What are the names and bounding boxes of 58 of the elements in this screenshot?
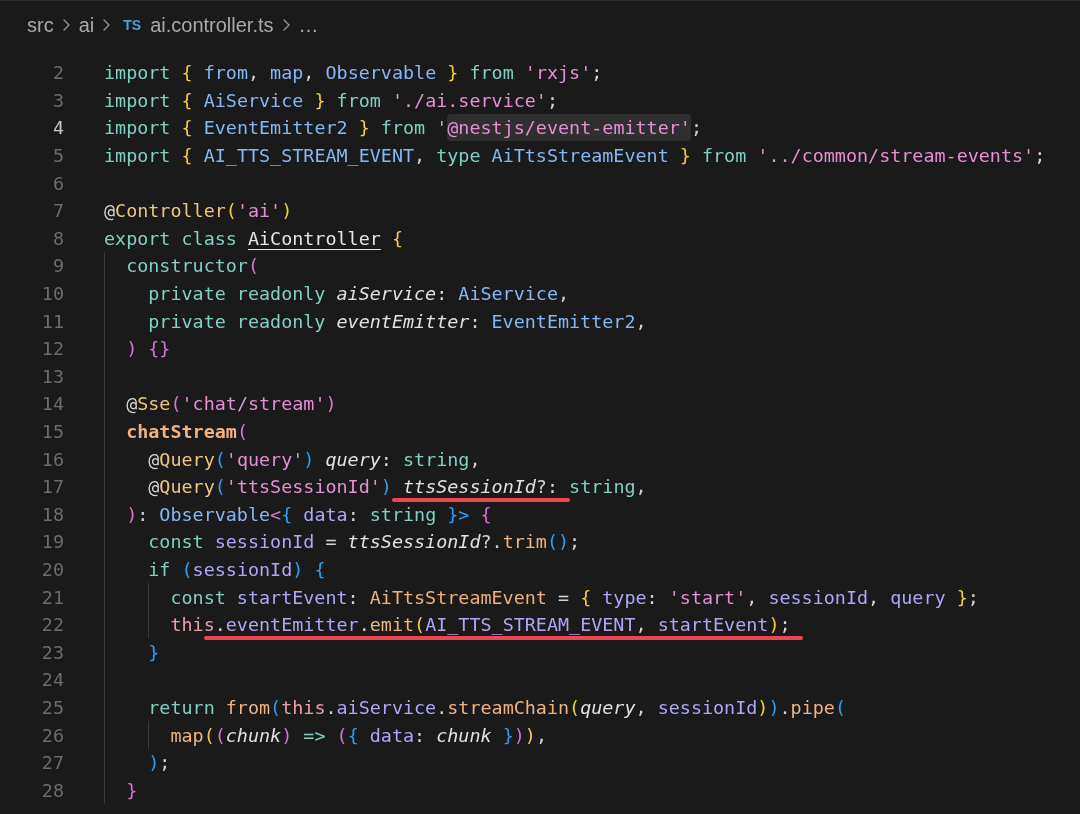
- line-number: 17: [40, 476, 64, 498]
- code-line: import { from, map, Observable } from 'rxjs';: [104, 62, 603, 84]
- code-line: chatStream(: [126, 421, 248, 442]
- code-line: constructor(: [126, 255, 259, 277]
- code-line: private readonly aiService: AiService,: [148, 283, 570, 305]
- chevron-right-icon: [103, 19, 111, 31]
- code-line: @Query('query') query: string,: [148, 448, 481, 470]
- line-number: 26: [40, 724, 64, 746]
- line-number: 20: [40, 559, 64, 580]
- breadcrumb-item[interactable]: ai.controller.ts: [150, 10, 274, 40]
- code-line: const startEvent: AiTtsStreamEvent = { type: 'start', sessionId, query };: [170, 586, 979, 608]
- line-number: 22: [40, 614, 64, 636]
- file-type-icon: TS: [123, 18, 142, 32]
- line-number: 5: [51, 145, 64, 167]
- code-line: if (sessionId) {: [148, 559, 326, 580]
- line-number: 4: [51, 117, 64, 139]
- breadcrumb-item[interactable]: ai: [78, 10, 95, 40]
- line-number: 7: [51, 200, 64, 222]
- line-number: 3: [51, 89, 64, 111]
- code-line: @Query('ttsSessionId') ttsSessionId?: string,: [148, 476, 647, 498]
- line-number: 11: [40, 310, 64, 332]
- line-number: 21: [40, 586, 64, 608]
- code-line: this.eventEmitter.emit(AI_TTS_STREAM_EVENT, startEvent);: [170, 614, 791, 636]
- code-line: return from(this.aiService.streamChain(query, sessionId)).pipe(: [148, 696, 846, 718]
- chevron-right-icon: [282, 19, 290, 31]
- line-number: 15: [40, 421, 64, 442]
- code-line: }: [148, 641, 160, 663]
- code-line: @Sse('chat/stream'): [126, 393, 337, 415]
- code-line: map((chunk) => ({ data: chunk })),: [170, 724, 547, 746]
- line-number: 14: [40, 393, 64, 415]
- line-number: 10: [40, 283, 64, 305]
- line-number: 16: [40, 448, 64, 470]
- breadcrumb-ellipsis[interactable]: …: [298, 10, 319, 40]
- code-line: import { AiService } from './ai.service';: [104, 89, 559, 111]
- line-number: 2: [51, 62, 64, 84]
- code-line: @Controller('ai'): [104, 200, 293, 222]
- code-line: }: [126, 779, 138, 801]
- breadcrumb-item[interactable]: src: [27, 10, 54, 40]
- code-line: const sessionId = ttsSessionId?.trim();: [148, 531, 581, 553]
- code-line: import { AI_TTS_STREAM_EVENT, type AiTtsStreamEvent } from '../common/stream-events';: [104, 145, 1046, 167]
- line-number: 9: [51, 255, 64, 277]
- line-number: 25: [40, 696, 64, 718]
- code-line: ): Observable<{ data: string }> {: [126, 503, 492, 525]
- line-number: 28: [40, 779, 64, 801]
- code-line: export class AiController {: [104, 227, 403, 249]
- chevron-right-icon: [62, 19, 70, 31]
- line-number: 27: [40, 752, 64, 774]
- line-number: 19: [40, 531, 64, 553]
- code-line: );: [148, 752, 171, 774]
- line-number: 8: [51, 227, 64, 249]
- line-number: 6: [51, 172, 64, 194]
- line-number: 12: [40, 338, 64, 360]
- code-line: private readonly eventEmitter: EventEmitter2,: [148, 310, 647, 332]
- code-line: ) {}: [126, 338, 171, 360]
- line-number: 18: [40, 503, 64, 525]
- line-number: 24: [40, 669, 64, 691]
- line-number: 13: [40, 365, 64, 387]
- line-number: 23: [40, 641, 64, 663]
